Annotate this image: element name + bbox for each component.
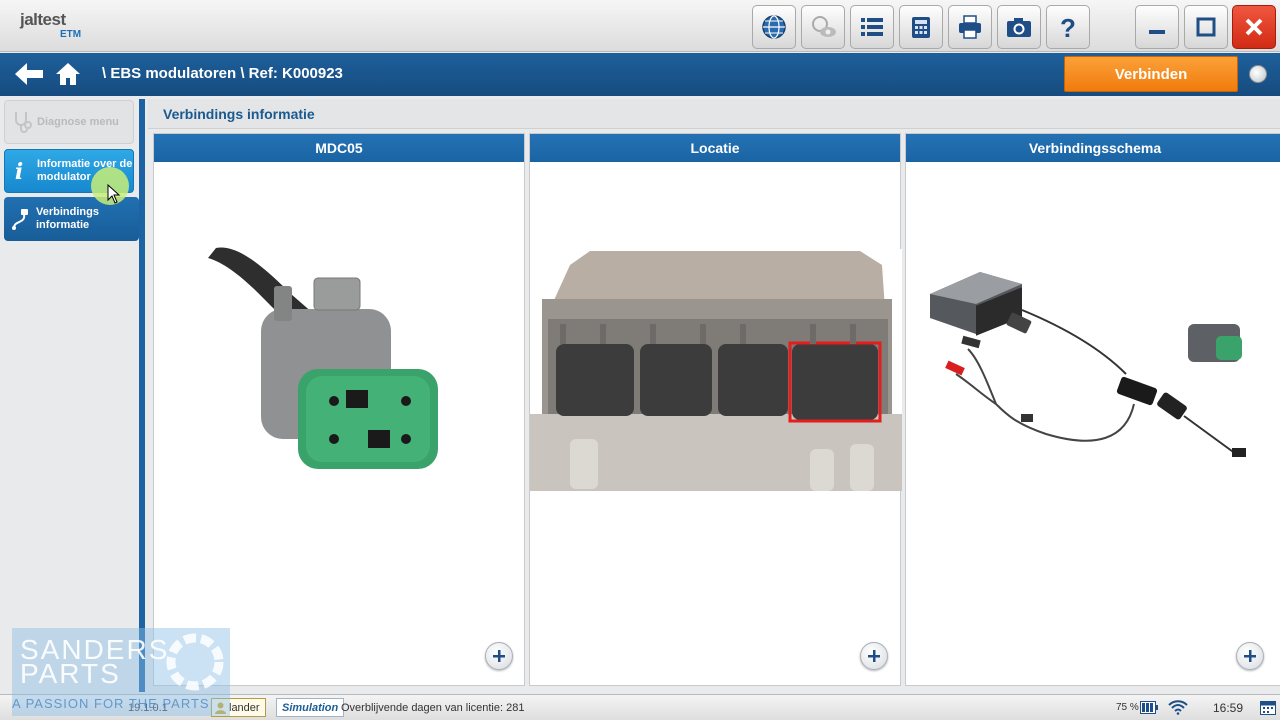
panel-connector: MDC05 xyxy=(153,133,525,686)
help-icon: ? xyxy=(1060,13,1076,42)
user-name: lander xyxy=(229,701,260,714)
calculator-icon xyxy=(912,17,930,38)
page-title: Verbindings informatie xyxy=(163,106,315,122)
print-button[interactable] xyxy=(948,5,992,49)
watermark-line2: PARTS xyxy=(20,658,121,689)
sidebar-item-diagnose-menu[interactable]: Diagnose menu xyxy=(4,100,134,144)
help-button[interactable]: ? xyxy=(1046,5,1090,49)
calendar-icon[interactable] xyxy=(1260,700,1276,715)
back-arrow-icon[interactable] xyxy=(13,61,45,87)
panel-connection-diagram: Verbindingsschema xyxy=(905,133,1280,686)
mouse-cursor-icon xyxy=(107,184,121,204)
location-image xyxy=(530,249,902,491)
list-icon xyxy=(861,18,883,36)
panel-title: Verbindingsschema xyxy=(906,134,1280,162)
printer-icon xyxy=(959,15,981,39)
license-info: Overblijvende dagen van licentie: 281 xyxy=(341,702,525,714)
connection-diagram-image xyxy=(930,272,1246,457)
globe-button[interactable] xyxy=(752,5,796,49)
content-header xyxy=(148,99,1280,129)
minimize-icon xyxy=(1149,30,1165,34)
gear-icon xyxy=(166,633,224,691)
watermark-tagline: A PASSION FOR THE PARTS xyxy=(12,696,210,711)
panel-title: Locatie xyxy=(530,134,900,162)
connection-status-indicator xyxy=(1249,65,1267,83)
camera-button[interactable] xyxy=(997,5,1041,49)
minimize-button[interactable] xyxy=(1135,5,1179,49)
stethoscope-icon xyxy=(11,109,33,135)
camera-icon xyxy=(1007,18,1031,37)
logo-sub: ETM xyxy=(60,29,82,40)
maximize-button[interactable] xyxy=(1184,5,1228,49)
zoom-button[interactable] xyxy=(1236,642,1264,670)
plug-cable-icon xyxy=(10,206,32,232)
connector-image xyxy=(208,247,438,469)
connect-button[interactable]: Verbinden xyxy=(1064,56,1238,92)
watermark: SANDERS PARTS A PASSION FOR THE PARTS xyxy=(12,628,230,716)
svg-text:i: i xyxy=(15,159,23,184)
panel-title: MDC05 xyxy=(154,134,524,162)
plus-icon xyxy=(1244,650,1256,662)
calculator-button[interactable] xyxy=(899,5,943,49)
logo-brand: jaltest xyxy=(20,10,66,29)
breadcrumb: \ EBS modulatoren \ Ref: K000923 xyxy=(102,65,343,82)
zoom-button[interactable] xyxy=(860,642,888,670)
svg-text:?: ? xyxy=(1060,13,1076,42)
battery-percentage: 75 % xyxy=(1116,702,1139,713)
info-icon: i xyxy=(11,158,33,184)
close-button[interactable] xyxy=(1232,5,1276,49)
plus-icon xyxy=(493,650,505,662)
top-toolbar: jaltest ETM ? xyxy=(0,0,1280,52)
view-button[interactable] xyxy=(801,5,845,49)
mode-badge: Simulation xyxy=(276,698,345,717)
wifi-icon xyxy=(1168,700,1188,715)
app-logo: jaltest ETM xyxy=(20,10,81,40)
close-icon xyxy=(1245,18,1263,36)
panel-location: Locatie xyxy=(529,133,902,686)
eye-icon xyxy=(812,16,836,37)
plus-icon xyxy=(868,650,880,662)
sidebar-item-label: Verbindings informatie xyxy=(36,206,99,231)
list-button[interactable] xyxy=(850,5,894,49)
battery-icon xyxy=(1140,701,1158,714)
sidebar-item-label: Diagnose menu xyxy=(37,115,119,128)
home-icon[interactable] xyxy=(54,60,82,88)
maximize-icon xyxy=(1196,17,1216,37)
sidebar-divider xyxy=(139,99,145,692)
clock: 16:59 xyxy=(1213,701,1244,715)
globe-icon xyxy=(762,15,786,39)
zoom-button[interactable] xyxy=(485,642,513,670)
